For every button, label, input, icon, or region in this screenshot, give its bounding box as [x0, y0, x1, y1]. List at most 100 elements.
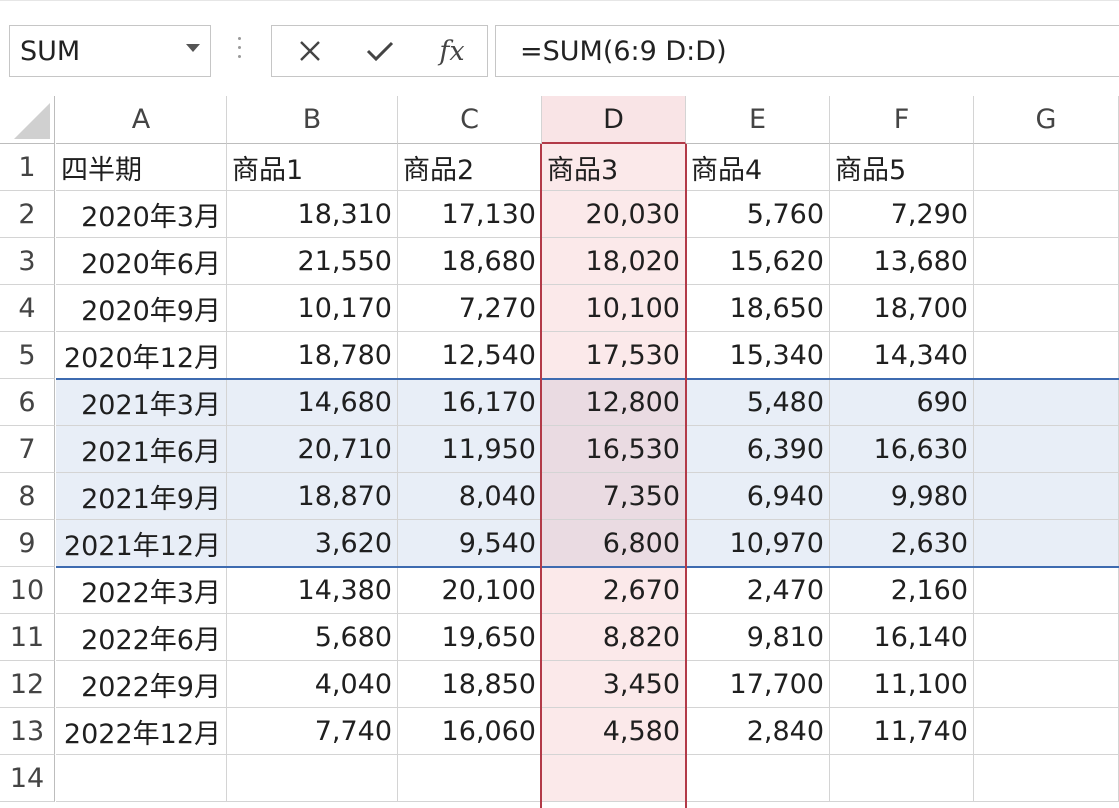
cell-c4[interactable]: 7,270 — [398, 285, 542, 332]
fx-icon[interactable]: fx — [439, 36, 464, 67]
cell-e2[interactable]: 5,760 — [686, 191, 830, 238]
column-header-e[interactable]: E — [686, 96, 830, 144]
insert-function-button[interactable]: fx — [422, 26, 482, 76]
cell-f13[interactable]: 11,740 — [830, 708, 974, 755]
cell-c9[interactable]: 9,540 — [398, 520, 542, 567]
cell-f2[interactable]: 7,290 — [830, 191, 974, 238]
cell-f6[interactable]: 690 — [830, 379, 974, 426]
cell-a7[interactable]: 2021年6月 — [56, 426, 227, 473]
cell-f8[interactable]: 9,980 — [830, 473, 974, 520]
row-header-14[interactable]: 14 — [0, 755, 55, 802]
cell-b9[interactable]: 3,620 — [227, 520, 398, 567]
cell-d10[interactable]: 2,670 — [542, 567, 686, 614]
cell-d11[interactable]: 8,820 — [542, 614, 686, 661]
cell-a1[interactable]: 四半期 — [56, 144, 227, 191]
enter-button[interactable] — [350, 26, 410, 76]
row-header-10[interactable]: 10 — [0, 567, 55, 614]
cell-d7[interactable]: 16,530 — [542, 426, 686, 473]
cell-e5[interactable]: 15,340 — [686, 332, 830, 379]
cell-b3[interactable]: 21,550 — [227, 238, 398, 285]
cancel-button[interactable] — [280, 26, 340, 76]
cell-a13[interactable]: 2022年12月 — [56, 708, 227, 755]
cell-g13[interactable] — [974, 708, 1119, 755]
cell-a12[interactable]: 2022年9月 — [56, 661, 227, 708]
cell-c11[interactable]: 19,650 — [398, 614, 542, 661]
cell-f14[interactable] — [830, 755, 974, 802]
cell-b12[interactable]: 4,040 — [227, 661, 398, 708]
cell-g5[interactable] — [974, 332, 1119, 379]
row-header-3[interactable]: 3 — [0, 238, 55, 285]
cell-e13[interactable]: 2,840 — [686, 708, 830, 755]
cell-e12[interactable]: 17,700 — [686, 661, 830, 708]
cell-d12[interactable]: 3,450 — [542, 661, 686, 708]
cell-e8[interactable]: 6,940 — [686, 473, 830, 520]
cell-c1[interactable]: 商品2 — [398, 144, 542, 191]
row-header-2[interactable]: 2 — [0, 191, 55, 238]
row-header-6[interactable]: 6 — [0, 379, 55, 426]
cell-b11[interactable]: 5,680 — [227, 614, 398, 661]
row-header-8[interactable]: 8 — [0, 473, 55, 520]
cell-c7[interactable]: 11,950 — [398, 426, 542, 473]
cell-a2[interactable]: 2020年3月 — [56, 191, 227, 238]
chevron-down-icon[interactable] — [186, 44, 200, 52]
cell-b6[interactable]: 14,680 — [227, 379, 398, 426]
cell-c5[interactable]: 12,540 — [398, 332, 542, 379]
cell-a14[interactable] — [56, 755, 227, 802]
cell-d1[interactable]: 商品3 — [542, 144, 686, 191]
cell-g14[interactable] — [974, 755, 1119, 802]
cell-g2[interactable] — [974, 191, 1119, 238]
column-header-g[interactable]: G — [974, 96, 1119, 144]
formula-text[interactable]: =SUM(6:9 D:D) — [520, 36, 727, 67]
cell-b13[interactable]: 7,740 — [227, 708, 398, 755]
cell-f5[interactable]: 14,340 — [830, 332, 974, 379]
cell-c12[interactable]: 18,850 — [398, 661, 542, 708]
row-header-5[interactable]: 5 — [0, 332, 55, 379]
cell-f11[interactable]: 16,140 — [830, 614, 974, 661]
cell-f4[interactable]: 18,700 — [830, 285, 974, 332]
cell-f9[interactable]: 2,630 — [830, 520, 974, 567]
row-header-9[interactable]: 9 — [0, 520, 55, 567]
cell-b2[interactable]: 18,310 — [227, 191, 398, 238]
cell-a5[interactable]: 2020年12月 — [56, 332, 227, 379]
cell-g9[interactable] — [974, 520, 1119, 567]
cell-a10[interactable]: 2022年3月 — [56, 567, 227, 614]
select-all-triangle-icon[interactable] — [14, 103, 50, 139]
cell-f7[interactable]: 16,630 — [830, 426, 974, 473]
cell-a9[interactable]: 2021年12月 — [56, 520, 227, 567]
cell-d4[interactable]: 10,100 — [542, 285, 686, 332]
cell-e9[interactable]: 10,970 — [686, 520, 830, 567]
row-header-12[interactable]: 12 — [0, 661, 55, 708]
close-icon[interactable] — [297, 38, 323, 64]
cell-d6[interactable]: 12,800 — [542, 379, 686, 426]
cell-b5[interactable]: 18,780 — [227, 332, 398, 379]
cell-a6[interactable]: 2021年3月 — [56, 379, 227, 426]
cell-d13[interactable]: 4,580 — [542, 708, 686, 755]
cell-b8[interactable]: 18,870 — [227, 473, 398, 520]
cell-e6[interactable]: 5,480 — [686, 379, 830, 426]
cell-e1[interactable]: 商品4 — [686, 144, 830, 191]
cell-g12[interactable] — [974, 661, 1119, 708]
cell-f1[interactable]: 商品5 — [830, 144, 974, 191]
cell-c8[interactable]: 8,040 — [398, 473, 542, 520]
name-box[interactable]: SUM — [9, 25, 211, 77]
row-header-13[interactable]: 13 — [0, 708, 55, 755]
row-header-4[interactable]: 4 — [0, 285, 55, 332]
cell-f10[interactable]: 2,160 — [830, 567, 974, 614]
cell-e3[interactable]: 15,620 — [686, 238, 830, 285]
cell-g10[interactable] — [974, 567, 1119, 614]
formula-input[interactable]: =SUM(6:9 D:D) — [495, 25, 1119, 77]
cell-g6[interactable] — [974, 379, 1119, 426]
row-header-11[interactable]: 11 — [0, 614, 55, 661]
cell-a3[interactable]: 2020年6月 — [56, 238, 227, 285]
column-header-f[interactable]: F — [830, 96, 974, 144]
row-header-1[interactable]: 1 — [0, 144, 55, 191]
cell-d3[interactable]: 18,020 — [542, 238, 686, 285]
cell-c6[interactable]: 16,170 — [398, 379, 542, 426]
cell-f3[interactable]: 13,680 — [830, 238, 974, 285]
cell-g11[interactable] — [974, 614, 1119, 661]
cell-g1[interactable] — [974, 144, 1119, 191]
cell-d8[interactable]: 7,350 — [542, 473, 686, 520]
cell-d5[interactable]: 17,530 — [542, 332, 686, 379]
cell-c13[interactable]: 16,060 — [398, 708, 542, 755]
cell-g7[interactable] — [974, 426, 1119, 473]
